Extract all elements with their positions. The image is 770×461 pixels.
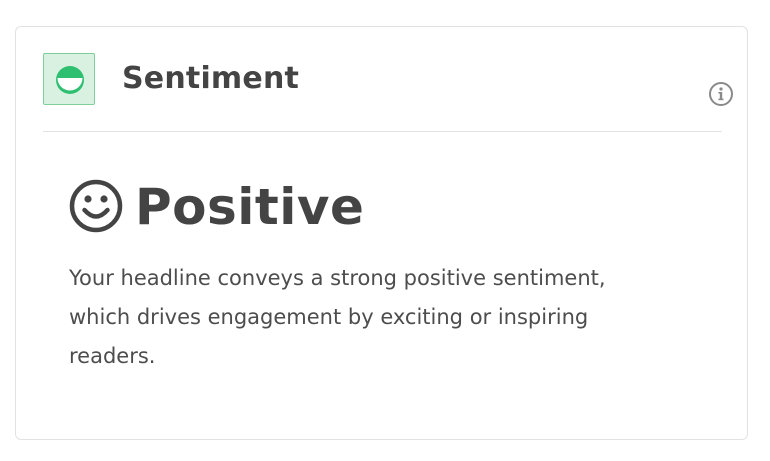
sentiment-smile-icon bbox=[43, 53, 95, 105]
card-header: Sentiment bbox=[43, 53, 733, 131]
sentiment-label: Positive bbox=[135, 178, 365, 236]
sentiment-card: Sentiment Positive Your headline conveys… bbox=[15, 26, 748, 440]
sentiment-result: Positive bbox=[69, 177, 669, 237]
header-divider bbox=[43, 131, 722, 132]
card-title: Sentiment bbox=[122, 61, 300, 96]
sentiment-description: Your headline conveys a strong positive … bbox=[69, 266, 606, 368]
info-icon[interactable] bbox=[708, 81, 734, 107]
smiley-face-icon bbox=[69, 179, 123, 233]
